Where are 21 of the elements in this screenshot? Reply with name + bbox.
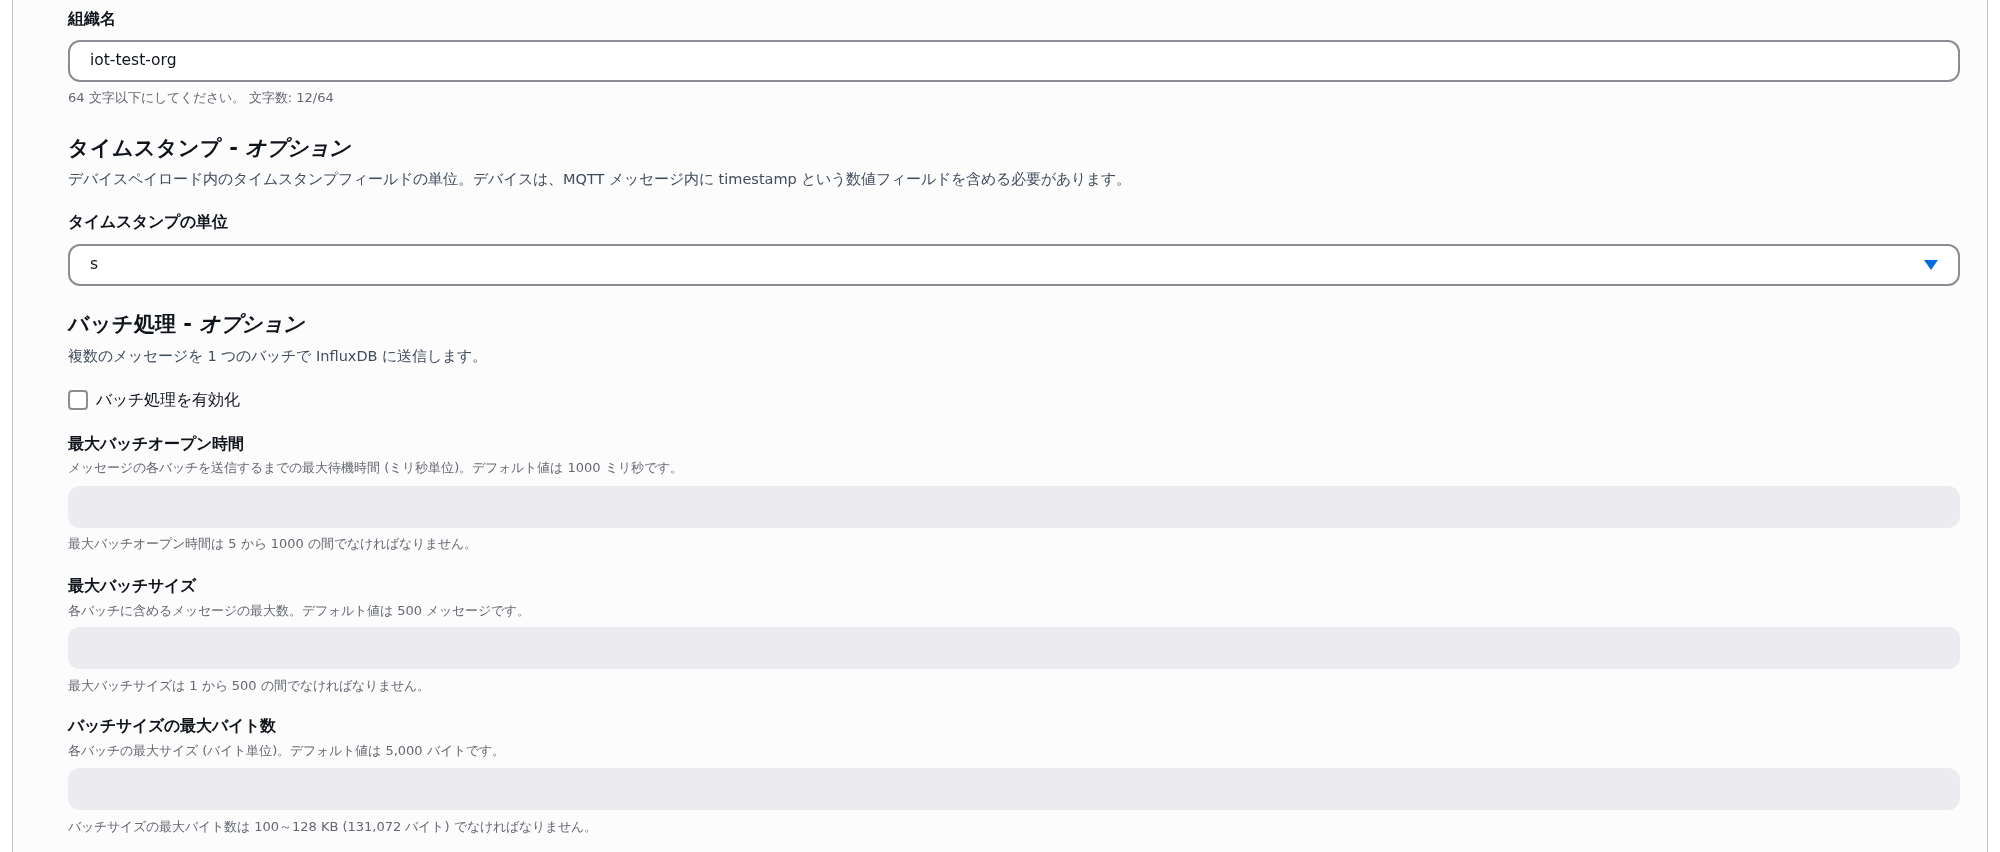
section-description: 複数のメッセージを 1 つのバッチで InfluxDB に送信します。 [68, 347, 489, 366]
select-field[interactable]: s [68, 244, 1960, 286]
field-label: バッチサイズの最大バイト数 [68, 715, 277, 737]
field-label: 最大バッチオープン時間 [68, 433, 245, 455]
section-heading: タイムスタンプ - オプション [68, 135, 352, 162]
constraint-text: バッチサイズの最大バイト数は 100～128 KB (131,072 バイト) でなければなりません。 [68, 818, 598, 836]
field-description: メッセージの各バッチを送信するまでの最大待機時間 (ミリ秒単位)。デフォルト値は 1000 ミリ秒です。 [68, 459, 684, 477]
checkbox-label[interactable]: バッチ処理を有効化 [96, 388, 240, 412]
field-label: 最大バッチサイズ [68, 575, 198, 597]
section-heading: バッチ処理 - オプション [68, 311, 306, 338]
hint-text: 64 文字以下にしてください。 文字数: 12/64 [68, 89, 335, 107]
text-field[interactable]: iot-test-org [68, 40, 1960, 82]
field-label: タイムスタンプの単位 [68, 211, 229, 233]
checkbox[interactable] [68, 390, 88, 410]
field-description: 各バッチの最大サイズ (バイト単位)。デフォルト値は 5,000 バイトです。 [68, 742, 506, 760]
caret-down-icon [1924, 260, 1938, 270]
field-description: 各バッチに含めるメッセージの最大数。デフォルト値は 500 メッセージです。 [68, 602, 532, 620]
constraint-text: 最大バッチサイズは 1 から 500 の間でなければなりません。 [68, 677, 431, 695]
section-description: デバイスペイロード内のタイムスタンプフィールドの単位。デバイスは、MQTT メッセージ内に timestamp という数値フィールドを含める必要があります。 [68, 170, 1133, 189]
field-label: 組織名 [68, 8, 117, 30]
constraint-text: 最大バッチオープン時間は 5 から 1000 の間でなければなりません。 [68, 535, 478, 553]
